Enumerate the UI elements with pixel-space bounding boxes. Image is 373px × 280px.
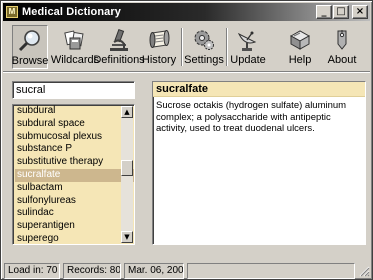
toolbar-separator [226, 28, 228, 66]
definition-pane: sucralfate Sucrose octakis (hydrogen sul… [152, 81, 366, 245]
about-button[interactable]: About [326, 25, 358, 69]
scroll-icon [149, 30, 170, 48]
window-controls: _ □ × [315, 5, 368, 19]
list-item[interactable]: superego [15, 233, 134, 244]
settings-label: Settings [184, 54, 224, 66]
toolbar: Browse Wildcards Definitions History Set… [3, 22, 370, 72]
scroll-thumb[interactable] [121, 160, 133, 176]
help-button[interactable]: Help [287, 25, 313, 69]
help-label: Help [288, 54, 312, 66]
status-load-time: Load in: 70 ms [4, 263, 60, 279]
definition-text: Sucrose octakis (hydrogen sulfate) alumi… [156, 100, 347, 134]
about-label: About [327, 54, 357, 66]
status-empty-panel [187, 263, 355, 279]
app-window: M Medical Dictionary _ □ × Browse Wildca… [0, 0, 373, 280]
list-item[interactable]: subdural space [15, 118, 134, 131]
update-label: Update [230, 54, 266, 66]
wildcards-label: Wildcards [50, 54, 100, 66]
list-item[interactable]: sulbactam [15, 182, 134, 195]
list-item[interactable]: sulfonylureas [15, 195, 134, 208]
resize-grip-icon[interactable] [358, 265, 370, 277]
wildcards-button[interactable]: Wildcards [50, 25, 100, 69]
minimize-button[interactable]: _ [316, 5, 332, 19]
toolbar-separator [181, 28, 183, 66]
book-icon [289, 30, 311, 50]
history-button[interactable]: History [141, 25, 177, 69]
list-item[interactable]: superantigen [15, 220, 134, 233]
browse-label: Browse [11, 55, 49, 67]
satellite-dish-icon [237, 31, 257, 51]
definition-term: sucralfate [153, 82, 365, 97]
title-bar[interactable]: M Medical Dictionary _ □ × [3, 3, 370, 21]
terms-list[interactable]: subdural subdural space submucosal plexus s… [12, 104, 135, 245]
status-date: Mar. 06, 2003 [124, 263, 184, 279]
terms-list-items: subdural subdural space submucosal plexus s… [13, 105, 134, 244]
close-button[interactable]: × [352, 5, 368, 19]
microscope-icon [110, 28, 128, 51]
list-item[interactable]: substance P [15, 143, 134, 156]
history-label: History [141, 54, 177, 66]
magnifier-icon [18, 30, 40, 52]
maximize-button[interactable]: □ [333, 5, 349, 19]
scroll-down-button[interactable]: ▼ [121, 231, 133, 243]
cards-icon [64, 30, 84, 50]
update-button[interactable]: Update [230, 25, 266, 69]
window-title: Medical Dictionary [22, 6, 121, 18]
tag-icon [337, 30, 347, 50]
pane-splitter[interactable] [141, 81, 147, 245]
list-item[interactable]: subdural [15, 105, 134, 118]
settings-button[interactable]: Settings [184, 25, 224, 69]
list-item[interactable]: submucosal plexus [15, 131, 134, 144]
gears-icon [194, 30, 214, 50]
definitions-label: Definitions [93, 54, 145, 66]
definitions-button[interactable]: Definitions [93, 25, 145, 69]
app-logo-icon: M [6, 6, 18, 18]
terms-scrollbar[interactable]: ▲ ▼ [121, 106, 133, 243]
status-records: Records: 8000 [63, 263, 121, 279]
scroll-up-button[interactable]: ▲ [121, 106, 133, 118]
list-item[interactable]: sulindac [15, 207, 134, 220]
list-item[interactable]: substitutive therapy [15, 156, 134, 169]
search-input[interactable] [12, 81, 135, 99]
list-item-selected[interactable]: sucralfate [15, 168, 134, 182]
status-bar: Load in: 70 ms Records: 8000 Mar. 06, 20… [3, 263, 370, 279]
browse-button[interactable]: Browse [12, 25, 48, 69]
